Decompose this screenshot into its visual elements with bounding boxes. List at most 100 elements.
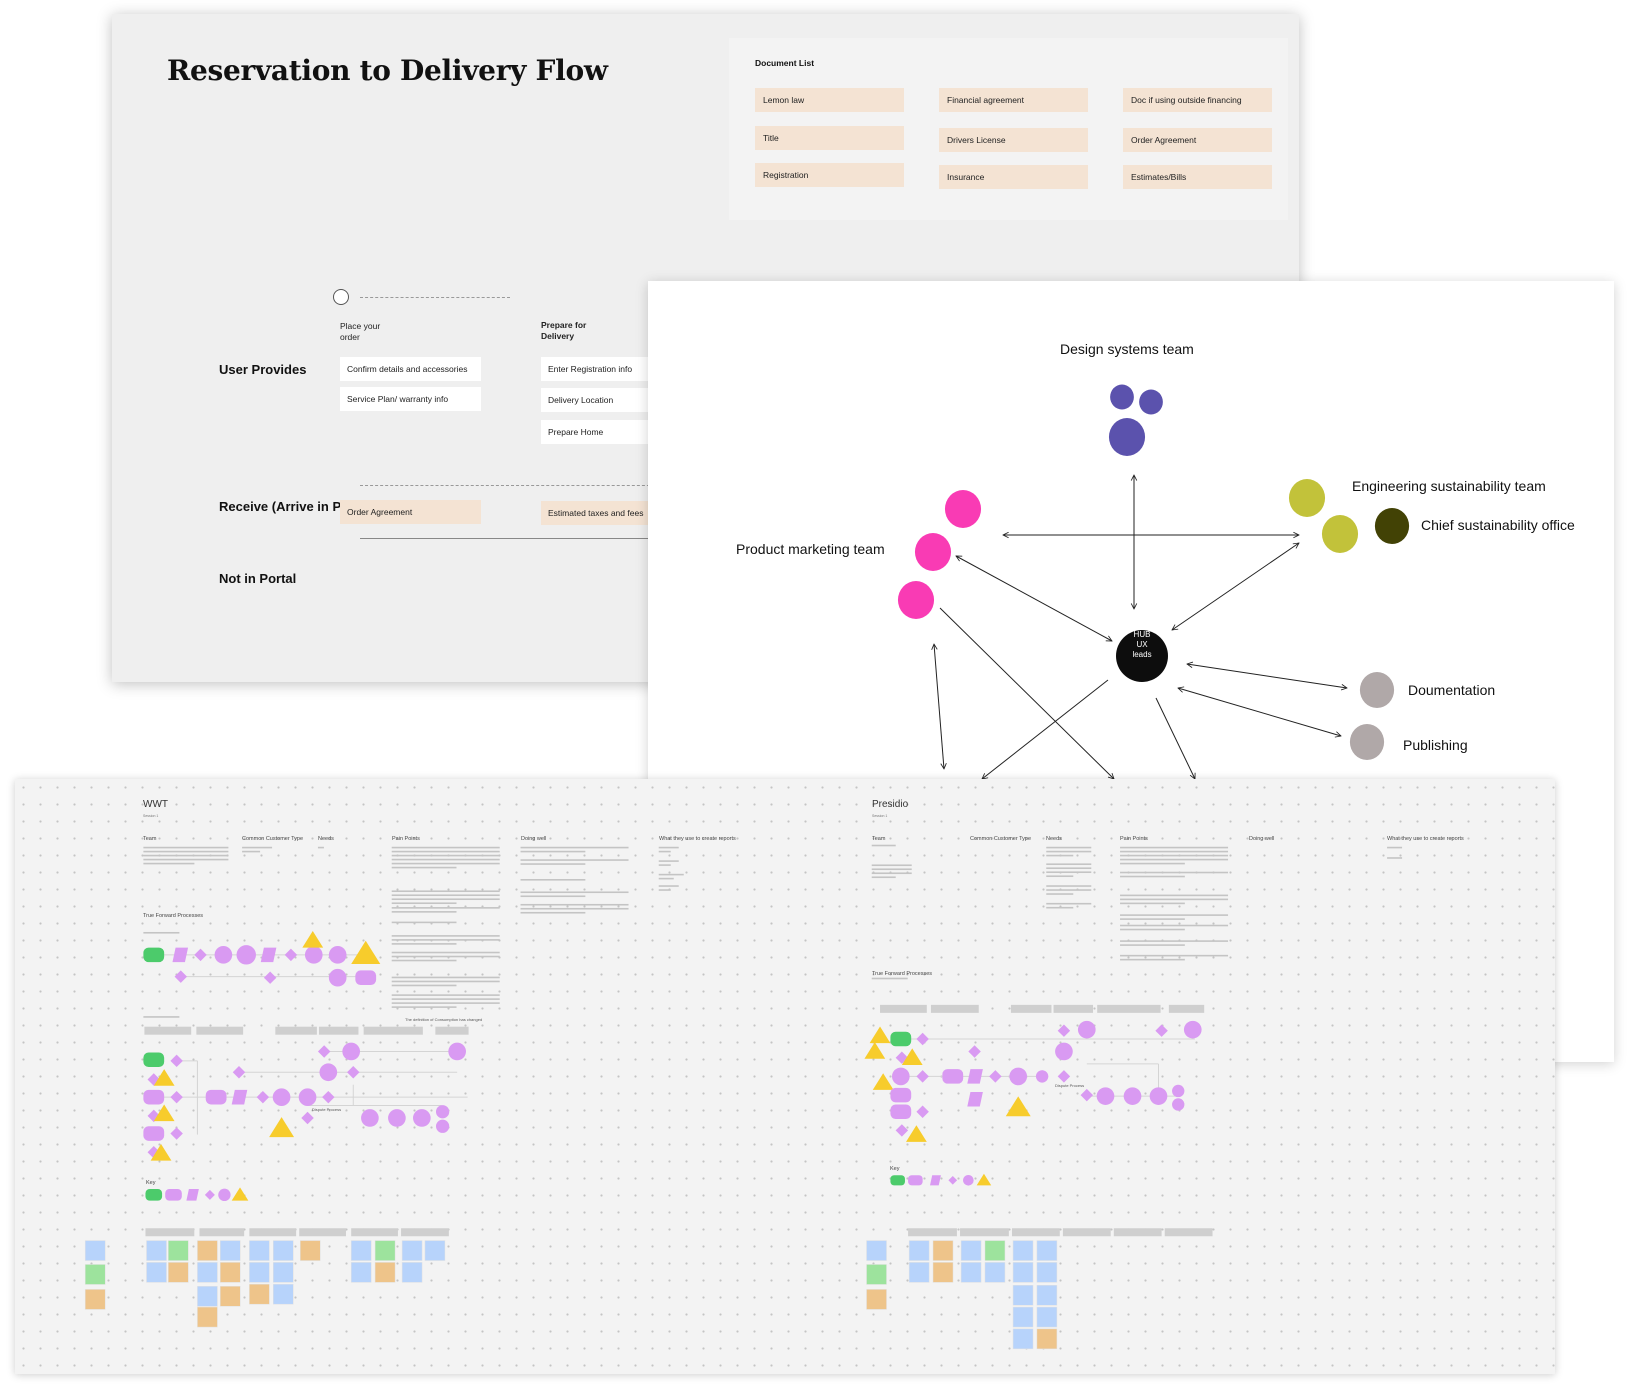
document-item[interactable]: Lemon law — [755, 88, 904, 112]
flowchart-canvas — [84, 844, 1403, 1350]
process-rect — [355, 970, 377, 985]
section-subtitle: Session 1 — [872, 814, 888, 818]
process-circle — [298, 1088, 317, 1107]
decision-diamond — [263, 971, 277, 984]
text-line — [1120, 940, 1229, 942]
text-line — [242, 846, 273, 849]
process-circle — [1172, 1098, 1185, 1111]
sticky-note — [168, 1262, 189, 1283]
warning-triangle — [269, 1117, 295, 1138]
text-line — [391, 866, 457, 869]
task-card[interactable]: Confirm details and accessories — [340, 357, 481, 381]
data-parallelogram — [967, 1069, 983, 1084]
document-item[interactable]: Drivers License — [939, 128, 1088, 152]
swimlane-header — [1062, 1228, 1111, 1237]
team-member-avatar — [1110, 384, 1134, 410]
hub-ux-leads-node[interactable]: HUB UX leads — [1116, 630, 1168, 660]
data-parallelogram — [172, 947, 189, 963]
decision-diamond — [968, 1045, 981, 1058]
decision-diamond — [232, 1066, 246, 1079]
text-line — [1120, 854, 1229, 857]
swimlane-header — [908, 1228, 957, 1237]
sticky-note — [1036, 1306, 1058, 1328]
process-rect — [942, 1069, 964, 1084]
decision-diamond — [1080, 1088, 1094, 1102]
column-header: Common Customer Type — [970, 836, 1032, 842]
data-parallelogram — [967, 1091, 983, 1107]
text-line — [1120, 875, 1185, 878]
task-card[interactable]: Enter Registration info — [541, 357, 648, 381]
process-circle — [1096, 1087, 1115, 1105]
lane-not-in-portal: Not in Portal — [219, 571, 297, 586]
swimlane-header — [363, 1026, 423, 1035]
document-item[interactable]: Estimates/Bills — [1123, 165, 1272, 189]
swimlane-header — [144, 1026, 192, 1035]
document-item[interactable]: Order Agreement — [1123, 128, 1272, 152]
document-item[interactable]: Insurance — [939, 165, 1088, 189]
process-circle — [342, 1042, 361, 1061]
step-prepare-delivery: Prepare for Delivery — [541, 320, 587, 341]
decision-diamond — [916, 1105, 929, 1118]
received-doc-card[interactable]: Estimated taxes and fees — [541, 501, 648, 525]
process-circle — [304, 946, 323, 964]
swimlane-header — [1011, 1228, 1060, 1237]
text-line — [1120, 894, 1229, 897]
text-line — [242, 850, 261, 853]
sticky-note — [1012, 1240, 1034, 1261]
team-member-avatar — [1321, 515, 1359, 553]
document-item[interactable]: Doc if using outside financing — [1123, 88, 1272, 112]
document-item[interactable]: Registration — [755, 163, 904, 187]
document-item[interactable]: Financial agreement — [939, 88, 1088, 112]
column-header: Needs — [1046, 836, 1062, 842]
lane-divider — [360, 538, 660, 539]
column-header: Doing well — [1249, 836, 1275, 842]
text-line — [391, 959, 457, 962]
swimlane-header — [960, 1228, 1009, 1237]
text-line — [391, 862, 500, 865]
text-line — [520, 863, 586, 865]
section-subtitle: Session 1 — [143, 814, 159, 818]
received-doc-card[interactable]: Order Agreement — [340, 500, 481, 524]
team-member-avatar — [1359, 672, 1395, 708]
task-card[interactable]: Service Plan/ warranty info — [340, 387, 481, 411]
text-line — [1046, 885, 1092, 887]
process-circle — [272, 1088, 291, 1107]
sticky-note — [197, 1240, 218, 1261]
text-line — [391, 907, 500, 909]
team-member-avatar — [944, 490, 982, 528]
text-line — [520, 907, 629, 910]
sticky-note — [1012, 1306, 1034, 1328]
text-line — [391, 858, 500, 861]
sticky-note — [908, 1262, 930, 1283]
column-header: Pain Points — [1120, 836, 1148, 842]
warning-triangle — [872, 1073, 894, 1090]
page-title: Reservation to Delivery Flow — [167, 54, 608, 87]
dispute-label: Dispute Process — [1055, 1083, 1085, 1088]
text-line — [520, 911, 586, 914]
text-line — [1120, 914, 1229, 916]
swimlane-header — [880, 1004, 927, 1013]
text-line — [658, 860, 679, 862]
column-header: What they use to create reports — [659, 836, 736, 842]
connector-arrow — [1178, 688, 1341, 736]
team-member-avatar — [1349, 724, 1385, 760]
swimlane-header — [318, 1026, 359, 1035]
sticky-note — [401, 1240, 423, 1261]
text-line — [1046, 850, 1092, 853]
task-card[interactable]: Prepare Home — [541, 420, 648, 444]
text-line — [1120, 898, 1229, 901]
text-line — [1120, 858, 1229, 861]
team-member-avatar — [1288, 479, 1326, 517]
step-place-order: Place your order — [340, 321, 381, 342]
start-node-icon — [333, 289, 349, 305]
data-parallelogram — [231, 1089, 248, 1105]
text-line — [1387, 857, 1403, 859]
document-item[interactable]: Title — [755, 126, 904, 150]
data-parallelogram — [260, 947, 277, 963]
text-line — [391, 854, 500, 857]
text-line — [1120, 850, 1229, 853]
decision-diamond — [347, 1066, 360, 1079]
sticky-note — [273, 1283, 294, 1305]
text-line — [1046, 854, 1074, 857]
task-card[interactable]: Delivery Location — [541, 388, 648, 412]
